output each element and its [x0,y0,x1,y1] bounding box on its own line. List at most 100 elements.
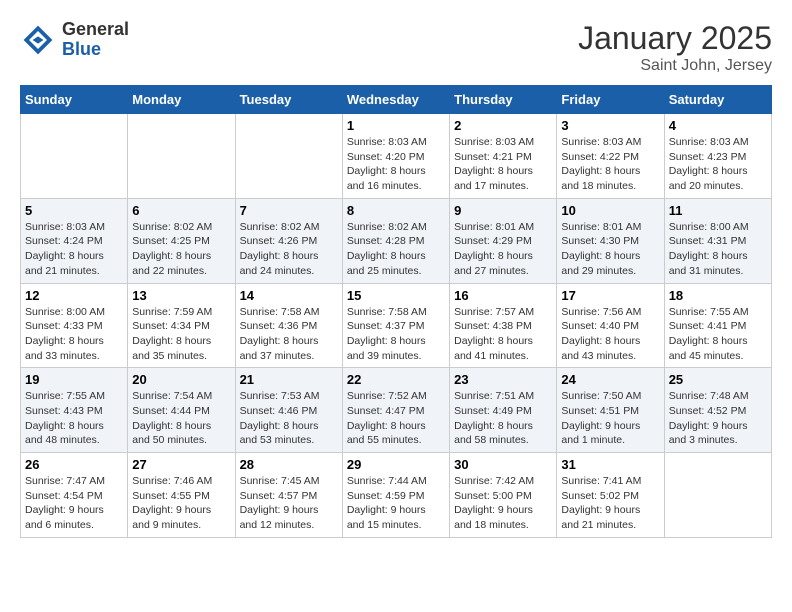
calendar-cell: 18 Sunrise: 7:55 AM Sunset: 4:41 PM Dayli… [664,283,771,368]
calendar-cell [21,114,128,199]
day-number: 9 [454,203,552,218]
day-number: 17 [561,288,659,303]
day-info: Sunrise: 7:41 AM Sunset: 5:02 PM Dayligh… [561,474,659,533]
day-number: 2 [454,118,552,133]
calendar-cell: 9 Sunrise: 8:01 AM Sunset: 4:29 PM Daylig… [450,198,557,283]
day-info: Sunrise: 7:44 AM Sunset: 4:59 PM Dayligh… [347,474,445,533]
day-info: Sunrise: 7:47 AM Sunset: 4:54 PM Dayligh… [25,474,123,533]
day-number: 18 [669,288,767,303]
calendar-header-saturday: Saturday [664,86,771,114]
logo-general: General [62,20,129,40]
day-number: 8 [347,203,445,218]
calendar-cell: 12Sunrise: 8:00 AM Sunset: 4:33 PM Dayli… [21,283,128,368]
calendar-cell: 21 Sunrise: 7:53 AM Sunset: 4:46 PM Dayli… [235,368,342,453]
calendar-cell: 15 Sunrise: 7:58 AM Sunset: 4:37 PM Dayli… [342,283,449,368]
day-info: Sunrise: 7:54 AM Sunset: 4:44 PM Dayligh… [132,389,230,448]
day-number: 21 [240,372,338,387]
calendar-week-2: 5Sunrise: 8:03 AM Sunset: 4:24 PM Daylig… [21,198,772,283]
title-block: January 2025 Saint John, Jersey [578,20,772,75]
calendar-week-4: 19Sunrise: 7:55 AM Sunset: 4:43 PM Dayli… [21,368,772,453]
calendar-week-1: 1Sunrise: 8:03 AM Sunset: 4:20 PM Daylig… [21,114,772,199]
day-info: Sunrise: 7:55 AM Sunset: 4:41 PM Dayligh… [669,305,767,364]
day-info: Sunrise: 8:03 AM Sunset: 4:22 PM Dayligh… [561,135,659,194]
calendar-cell: 10 Sunrise: 8:01 AM Sunset: 4:30 PM Dayli… [557,198,664,283]
calendar-cell: 17 Sunrise: 7:56 AM Sunset: 4:40 PM Dayli… [557,283,664,368]
day-number: 26 [25,457,123,472]
calendar-cell: 8 Sunrise: 8:02 AM Sunset: 4:28 PM Daylig… [342,198,449,283]
day-info: Sunrise: 7:56 AM Sunset: 4:40 PM Dayligh… [561,305,659,364]
logo-text: General Blue [62,20,129,60]
calendar-cell [235,114,342,199]
day-info: Sunrise: 7:51 AM Sunset: 4:49 PM Dayligh… [454,389,552,448]
logo-blue: Blue [62,40,129,60]
calendar-cell: 4Sunrise: 8:03 AM Sunset: 4:23 PM Daylig… [664,114,771,199]
calendar-week-5: 26 Sunrise: 7:47 AM Sunset: 4:54 PM Dayli… [21,453,772,538]
day-number: 15 [347,288,445,303]
day-number: 31 [561,457,659,472]
calendar-body: 1Sunrise: 8:03 AM Sunset: 4:20 PM Daylig… [21,114,772,538]
calendar-header-friday: Friday [557,86,664,114]
logo-icon [20,22,56,58]
day-number: 13 [132,288,230,303]
calendar-cell: 20 Sunrise: 7:54 AM Sunset: 4:44 PM Dayli… [128,368,235,453]
calendar-cell: 5Sunrise: 8:03 AM Sunset: 4:24 PM Daylig… [21,198,128,283]
page-subtitle: Saint John, Jersey [578,57,772,75]
day-info: Sunrise: 8:02 AM Sunset: 4:25 PM Dayligh… [132,220,230,279]
calendar-header-row: SundayMondayTuesdayWednesdayThursdayFrid… [21,86,772,114]
calendar-cell: 28Sunrise: 7:45 AM Sunset: 4:57 PM Dayli… [235,453,342,538]
day-number: 22 [347,372,445,387]
day-info: Sunrise: 8:03 AM Sunset: 4:21 PM Dayligh… [454,135,552,194]
calendar-header-monday: Monday [128,86,235,114]
day-info: Sunrise: 7:58 AM Sunset: 4:36 PM Dayligh… [240,305,338,364]
day-number: 16 [454,288,552,303]
calendar-cell: 19Sunrise: 7:55 AM Sunset: 4:43 PM Dayli… [21,368,128,453]
calendar-cell: 6 Sunrise: 8:02 AM Sunset: 4:25 PM Daylig… [128,198,235,283]
day-number: 6 [132,203,230,218]
day-info: Sunrise: 8:02 AM Sunset: 4:28 PM Dayligh… [347,220,445,279]
calendar-cell: 11 Sunrise: 8:00 AM Sunset: 4:31 PM Dayli… [664,198,771,283]
calendar-cell: 29 Sunrise: 7:44 AM Sunset: 4:59 PM Dayli… [342,453,449,538]
day-info: Sunrise: 8:02 AM Sunset: 4:26 PM Dayligh… [240,220,338,279]
calendar-cell: 2 Sunrise: 8:03 AM Sunset: 4:21 PM Daylig… [450,114,557,199]
day-number: 19 [25,372,123,387]
calendar-week-3: 12Sunrise: 8:00 AM Sunset: 4:33 PM Dayli… [21,283,772,368]
day-info: Sunrise: 8:03 AM Sunset: 4:24 PM Dayligh… [25,220,123,279]
calendar-header-thursday: Thursday [450,86,557,114]
day-number: 27 [132,457,230,472]
day-info: Sunrise: 7:52 AM Sunset: 4:47 PM Dayligh… [347,389,445,448]
day-info: Sunrise: 7:50 AM Sunset: 4:51 PM Dayligh… [561,389,659,448]
calendar-table: SundayMondayTuesdayWednesdayThursdayFrid… [20,85,772,538]
day-number: 20 [132,372,230,387]
day-info: Sunrise: 7:42 AM Sunset: 5:00 PM Dayligh… [454,474,552,533]
day-info: Sunrise: 8:01 AM Sunset: 4:29 PM Dayligh… [454,220,552,279]
day-number: 11 [669,203,767,218]
calendar-header-tuesday: Tuesday [235,86,342,114]
day-info: Sunrise: 8:00 AM Sunset: 4:33 PM Dayligh… [25,305,123,364]
day-info: Sunrise: 7:57 AM Sunset: 4:38 PM Dayligh… [454,305,552,364]
calendar-cell: 25Sunrise: 7:48 AM Sunset: 4:52 PM Dayli… [664,368,771,453]
day-number: 28 [240,457,338,472]
day-info: Sunrise: 7:46 AM Sunset: 4:55 PM Dayligh… [132,474,230,533]
calendar-cell: 27 Sunrise: 7:46 AM Sunset: 4:55 PM Dayli… [128,453,235,538]
calendar-cell [664,453,771,538]
day-info: Sunrise: 7:53 AM Sunset: 4:46 PM Dayligh… [240,389,338,448]
day-number: 1 [347,118,445,133]
day-info: Sunrise: 7:59 AM Sunset: 4:34 PM Dayligh… [132,305,230,364]
calendar-cell: 23 Sunrise: 7:51 AM Sunset: 4:49 PM Dayli… [450,368,557,453]
day-number: 24 [561,372,659,387]
calendar-cell: 14Sunrise: 7:58 AM Sunset: 4:36 PM Dayli… [235,283,342,368]
day-number: 10 [561,203,659,218]
calendar-cell: 3Sunrise: 8:03 AM Sunset: 4:22 PM Daylig… [557,114,664,199]
calendar-cell: 30Sunrise: 7:42 AM Sunset: 5:00 PM Dayli… [450,453,557,538]
calendar-cell: 7Sunrise: 8:02 AM Sunset: 4:26 PM Daylig… [235,198,342,283]
calendar-cell: 22 Sunrise: 7:52 AM Sunset: 4:47 PM Dayli… [342,368,449,453]
calendar-cell: 13 Sunrise: 7:59 AM Sunset: 4:34 PM Dayli… [128,283,235,368]
day-info: Sunrise: 8:01 AM Sunset: 4:30 PM Dayligh… [561,220,659,279]
day-info: Sunrise: 7:58 AM Sunset: 4:37 PM Dayligh… [347,305,445,364]
calendar-cell [128,114,235,199]
day-info: Sunrise: 8:00 AM Sunset: 4:31 PM Dayligh… [669,220,767,279]
day-number: 23 [454,372,552,387]
calendar-header-sunday: Sunday [21,86,128,114]
day-number: 29 [347,457,445,472]
header: General Blue January 2025 Saint John, Je… [20,20,772,75]
